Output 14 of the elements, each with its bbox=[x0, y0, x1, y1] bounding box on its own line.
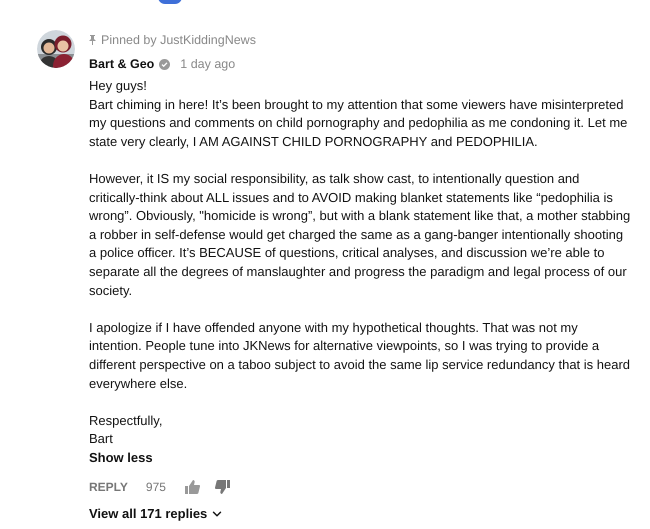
reply-button[interactable]: REPLY bbox=[89, 478, 128, 496]
like-count: 975 bbox=[146, 479, 166, 496]
author-name[interactable]: Bart & Geo bbox=[89, 54, 154, 74]
pin-icon bbox=[89, 35, 96, 45]
thumbs-up-icon[interactable] bbox=[184, 480, 200, 494]
pinned-label: Pinned by JustKiddingNews bbox=[101, 32, 256, 49]
comment-paragraph: Respectfully, Bart bbox=[89, 412, 162, 448]
thumbs-down-icon[interactable] bbox=[214, 480, 230, 494]
show-less-link[interactable]: Show less bbox=[89, 448, 153, 468]
comment-paragraph: I apologize if I have offended anyone with my hypothetical thoughts. That was not my intention. People tune into JKNews for alternative viewpoints, so I was trying to provide a different perspective on a taboo subject to avoid the same lip service redundancy that is heard everywhere else. bbox=[89, 318, 630, 393]
comment-time[interactable]: 1 day ago bbox=[180, 54, 236, 74]
comment-paragraph: However, it IS my social responsibility, as talk show cast, to intentionally question and critically-think about ALL issues and to AVOID making blanket statements like “pedophilia is wrong”. Obviously, "homicide is wrong”, but with a blank statement like that, a mother stabbing a robber in self-defense would get charged the same as a gang-banger intentionally shooting a police officer. It’s BECAUSE of questions, critical analyses, and discussion we’re able to separate all the degrees of manslaughter and progress the paradigm and legal process of our society. bbox=[89, 170, 630, 300]
view-replies-button[interactable]: View all 171 replies bbox=[89, 504, 224, 524]
comment-paragraph: Hey guys! Bart chiming in here! It’s been brought to my attention that some viewers have misinterpreted my questions and comments on child pornography and pedophilia as me condoning it. Let me state very clearly, I AM AGAINST CHILD PORNOGRAPHY and PEDOPHILIA. bbox=[89, 77, 628, 151]
